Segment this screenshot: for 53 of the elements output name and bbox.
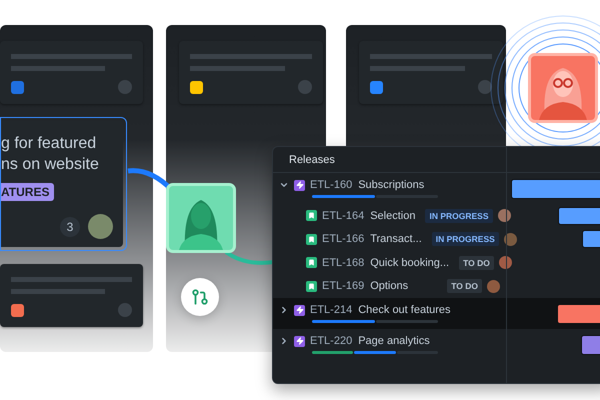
issue-name: Page analytics [358,335,430,347]
issue-key: ETL-220 [310,335,352,347]
status-lozenge: TO DO [459,256,494,270]
bookmark-icon [306,234,317,245]
avatar [504,232,517,246]
status-lozenge: IN PROGRESS [432,232,499,246]
lightning-icon [294,180,305,190]
person-avatar [528,53,598,123]
bookmark-icon [306,257,317,268]
status-lozenge: IN PROGRESS [425,208,493,223]
card-title: g for featured ns on website [1,134,100,175]
epic-row[interactable]: ETL-214 Check out features [273,298,600,329]
issue-key: ETL-168 [322,256,364,269]
issue-name: Transact... [370,233,422,246]
issue-name: Subscriptions [358,179,424,191]
issue-key: ETL-164 [322,210,364,222]
lightning-icon [294,336,305,346]
story-row[interactable]: ETL-166 Transact... IN PROGRESS [273,228,600,251]
avatar [487,280,500,293]
issue-key: ETL-169 [322,280,364,292]
pull-request-icon [191,288,209,306]
story-row[interactable]: ETL-164 Selection IN PROGRESS [273,204,600,228]
lightning-icon [294,304,305,316]
person-avatar [166,183,236,253]
issue-key: ETL-160 [310,179,352,191]
issue-key: ETL-214 [310,304,352,316]
label-tag: ATURES [1,183,54,201]
issue-name: Check out features [358,304,451,316]
avatar [498,256,512,270]
chevron-right-icon[interactable] [279,336,289,346]
comment-count: 3 [60,216,80,236]
issue-name: Quick booking... [370,256,450,269]
bookmark-icon [306,280,317,292]
timeline-bar[interactable] [511,178,600,198]
status-lozenge: TO DO [447,279,482,294]
timeline-bar[interactable] [556,304,600,324]
avatar-placeholder [118,303,132,317]
bookmark-icon [306,210,317,222]
avatar [88,214,113,239]
panel-title: Releases [288,154,335,166]
avatar-placeholder [118,80,132,94]
epic-row[interactable]: ETL-160 Subscriptions [273,173,600,204]
epic-row[interactable]: ETL-220 Page analytics [273,329,600,360]
avatar-placeholder [298,80,312,94]
avatar-placeholder [478,80,492,94]
timeline-bar[interactable] [558,206,600,225]
connector-line [224,250,274,265]
chevron-down-icon[interactable] [279,180,289,190]
issue-name: Options [370,280,408,292]
issue-key: ETL-166 [322,233,364,246]
avatar [498,209,511,222]
issue-name: Selection [370,210,416,222]
chevron-right-icon[interactable] [279,305,289,315]
